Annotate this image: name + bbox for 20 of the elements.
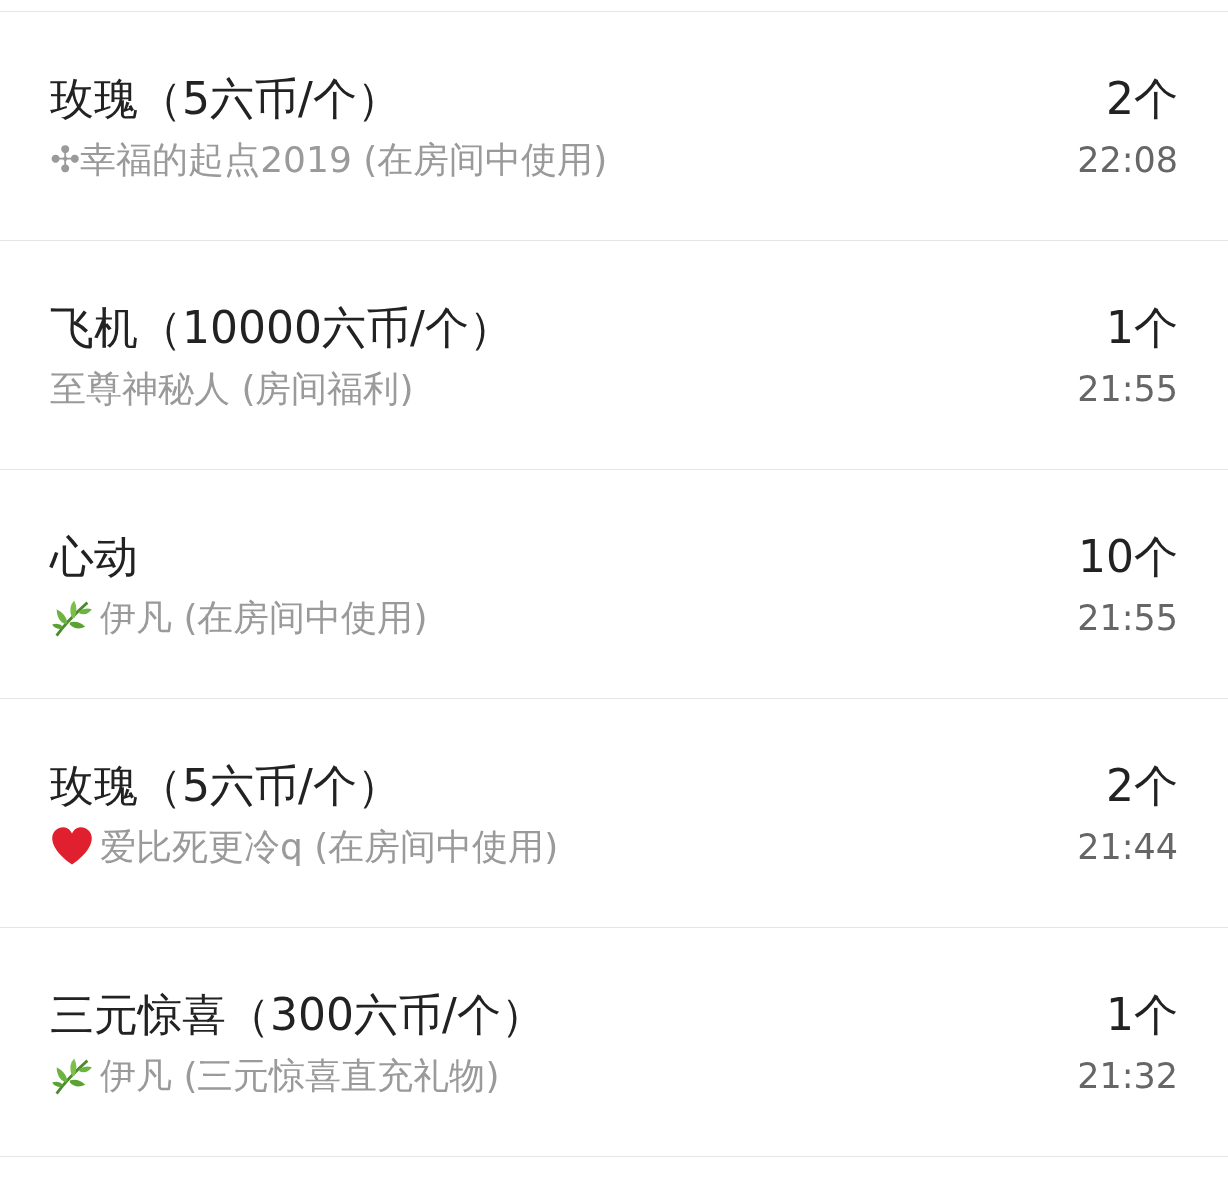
record-time: 21:55 (1077, 368, 1178, 411)
gift-name: 玫瑰（5六币/个） (50, 74, 402, 124)
gift-name: 心动 (50, 532, 139, 582)
gift-count: 1个 (1106, 990, 1178, 1040)
gift-count: 2个 (1106, 74, 1178, 124)
sender-text: 伊凡 (三元惊喜直充礼物) (100, 1054, 500, 1098)
sender-text: 爱比死更冷q (在房间中使用) (100, 825, 559, 869)
gift-count: 1个 (1106, 303, 1178, 353)
gift-count: 2个 (1106, 761, 1178, 811)
sender-text: 伊凡 (在房间中使用) (100, 596, 428, 640)
record-time: 21:44 (1077, 826, 1178, 869)
gift-name: 飞机（10000六币/个） (50, 303, 513, 353)
sender-text: 至尊神秘人 (房间福利) (50, 367, 414, 411)
sender-text: ✣幸福的起点2019 (在房间中使用) (50, 138, 608, 182)
record-time: 21:55 (1077, 597, 1178, 640)
record-time: 22:08 (1077, 139, 1178, 182)
record-time: 21:32 (1077, 1055, 1178, 1098)
gift-name: 玫瑰（5六币/个） (50, 761, 402, 811)
gift-name: 三元惊喜（300六币/个） (50, 990, 545, 1040)
gift-count: 10个 (1078, 532, 1178, 582)
